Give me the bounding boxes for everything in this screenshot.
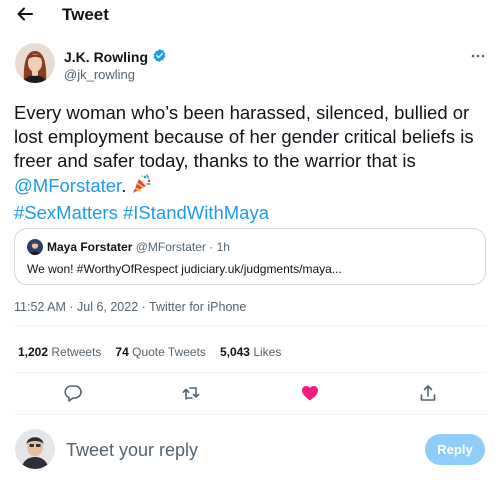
back-arrow-icon[interactable] [15, 4, 35, 24]
verified-badge-icon [152, 48, 167, 66]
share-icon[interactable] [418, 383, 438, 403]
hashtag-istandwithmaya[interactable]: #IStandWithMaya [123, 202, 269, 223]
mention-link[interactable]: @MForstater [14, 175, 121, 196]
author-avatar[interactable] [15, 43, 55, 83]
party-popper-icon [130, 173, 152, 201]
reply-button[interactable]: Reply [425, 434, 485, 465]
quoted-handle-time: @MForstater · 1h [135, 240, 230, 254]
likes-count: 5,043 [219, 345, 250, 359]
likes-stat[interactable]: 5,043 Likes [220, 345, 281, 359]
divider [14, 414, 486, 415]
tweet-body: Every woman who’s been harassed, silence… [14, 102, 474, 171]
page-title: Tweet [62, 5, 109, 24]
engagement-stats: 1,202 Retweets 74 Quote Tweets 5,043 Lik… [18, 345, 281, 359]
author-handle[interactable]: @jk_rowling [64, 67, 135, 82]
likes-label: Likes [253, 345, 282, 359]
tweet-period: . [121, 175, 127, 196]
quotes-stat[interactable]: 74 Quote Tweets [115, 345, 206, 359]
reply-input[interactable] [66, 438, 406, 462]
retweets-label: Retweets [51, 345, 102, 359]
quoted-tweet[interactable]: Maya Forstater @MForstater · 1h We won! … [14, 228, 486, 285]
quotes-label: Quote Tweets [132, 345, 206, 359]
user-avatar[interactable] [15, 429, 55, 469]
more-options-icon[interactable] [470, 48, 486, 64]
author-name-text: J.K. Rowling [64, 49, 148, 65]
header: Tweet [0, 0, 500, 32]
hashtag-sexmatters[interactable]: #SexMatters [14, 202, 118, 223]
quotes-count: 74 [115, 345, 129, 359]
divider [14, 325, 486, 326]
retweets-count: 1,202 [18, 345, 49, 359]
author-name[interactable]: J.K. Rowling [64, 48, 167, 66]
retweet-icon[interactable] [181, 383, 201, 403]
tweet-timestamp[interactable]: 11:52 AM · Jul 6, 2022 · Twitter for iPh… [14, 300, 246, 314]
quoted-author-name: Maya Forstater [47, 240, 133, 254]
like-icon[interactable] [300, 383, 320, 403]
divider [14, 372, 486, 373]
quoted-header: Maya Forstater @MForstater · 1h [47, 240, 230, 254]
quoted-author-avatar [27, 239, 43, 255]
tweet-text: Every woman who’s been harassed, silence… [14, 101, 494, 225]
reply-icon[interactable] [63, 383, 83, 403]
quoted-text: We won! #WorthyOfRespect judiciary.uk/ju… [27, 262, 342, 276]
retweets-stat[interactable]: 1,202 Retweets [18, 345, 101, 359]
